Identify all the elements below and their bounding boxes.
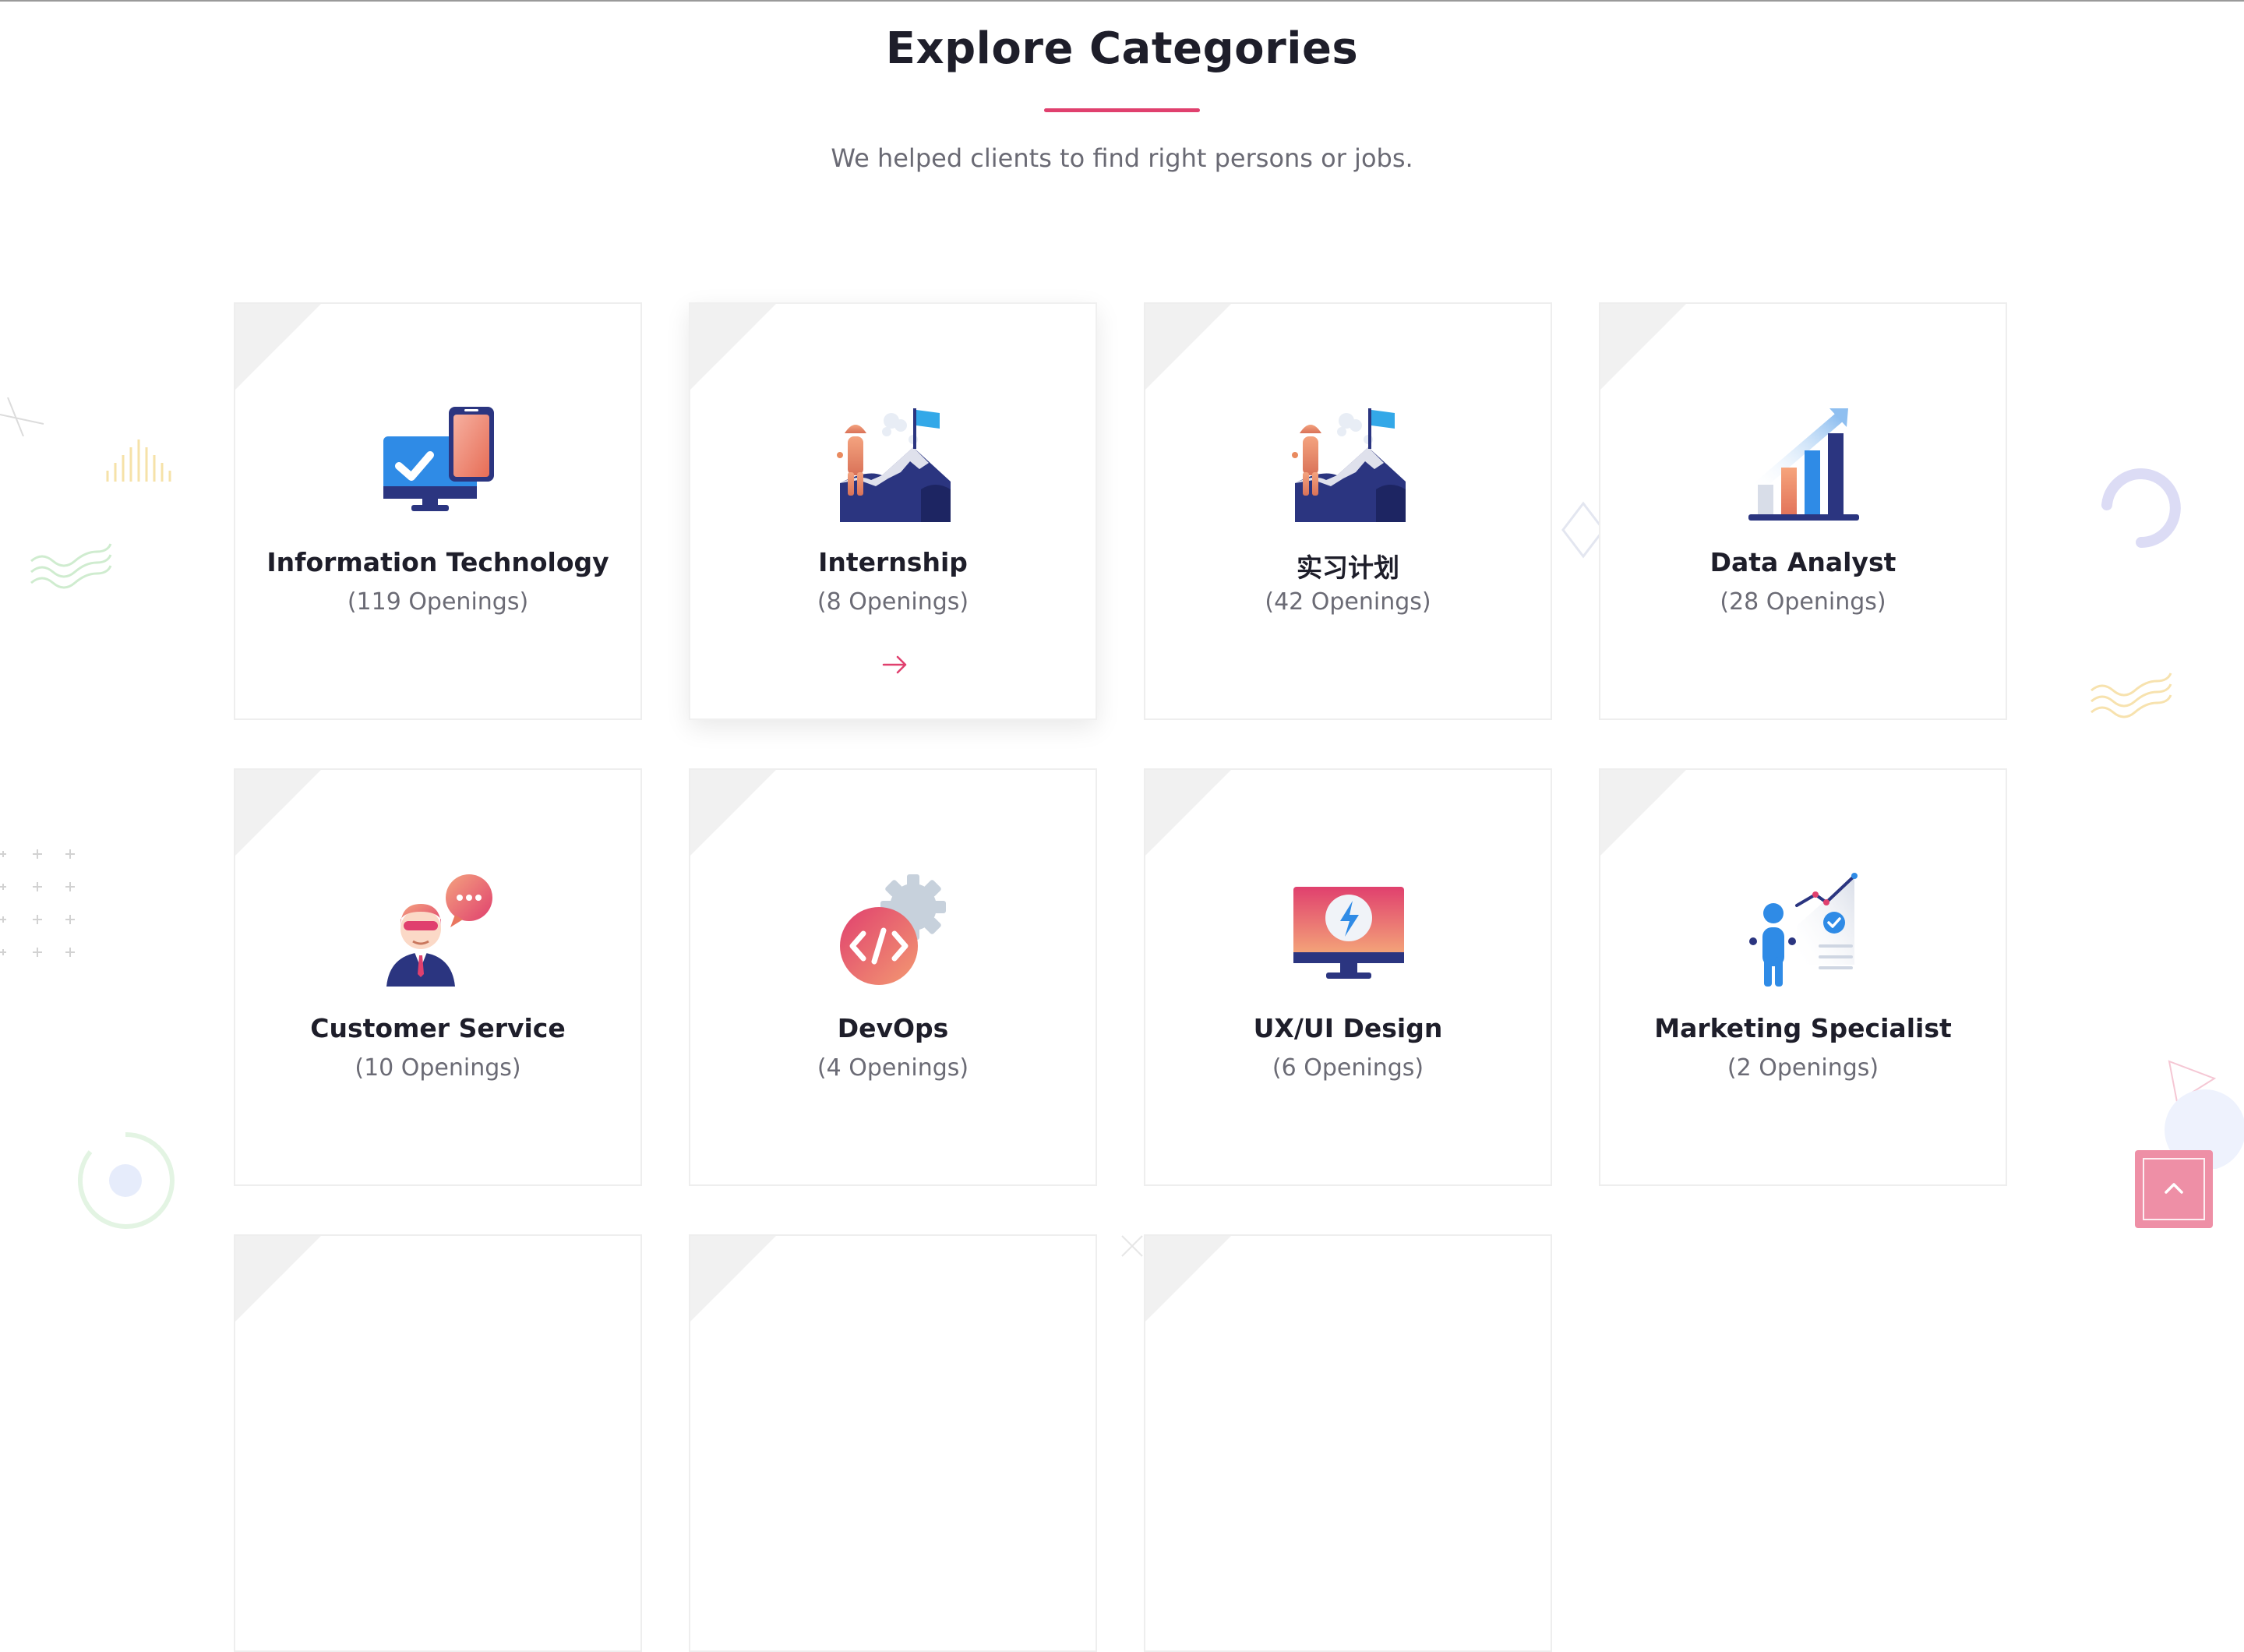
computer-phone-icon	[383, 407, 494, 511]
card-corner-decoration	[690, 304, 776, 390]
category-name: Data Analyst	[1709, 547, 1896, 577]
chevron-up-icon	[2165, 1183, 2183, 1194]
category-count: (2 Openings)	[1727, 1054, 1879, 1082]
card-corner-decoration	[235, 770, 321, 856]
card-corner-decoration	[1145, 770, 1231, 856]
plus-grid-decoration-icon	[0, 849, 75, 957]
card-corner-decoration	[1600, 304, 1686, 390]
arc-decoration-icon	[2101, 468, 2181, 548]
category-name: DevOps	[837, 1013, 949, 1043]
category-name: UX/UI Design	[1253, 1013, 1443, 1043]
card-corner-decoration	[690, 770, 776, 856]
card-corner-decoration	[1145, 1236, 1231, 1322]
category-name: Marketing Specialist	[1654, 1013, 1952, 1043]
title-underline	[1044, 108, 1200, 112]
scroll-to-top-button[interactable]	[2135, 1150, 2213, 1228]
code-gear-icon	[840, 874, 946, 985]
category-card-internship-program[interactable]: 实习计划 (42 Openings)	[1144, 302, 1552, 720]
category-name: Information Technology	[266, 547, 609, 577]
category-card-partial[interactable]	[234, 1234, 642, 1652]
category-card-data-analyst[interactable]: Data Analyst (28 Openings)	[1599, 302, 2007, 720]
category-card-marketing-specialist[interactable]: Marketing Specialist (2 Openings)	[1599, 768, 2007, 1186]
category-card-customer-service[interactable]: Customer Service (10 Openings)	[234, 768, 642, 1186]
section-title: Explore Categories	[885, 23, 1359, 74]
category-card-internship[interactable]: Internship (8 Openings)	[689, 302, 1097, 720]
mountain-flag-icon	[1292, 408, 1406, 522]
bar-chart-growth-icon	[1748, 408, 1859, 521]
category-count: (4 Openings)	[817, 1054, 969, 1082]
arrow-right-icon[interactable]	[877, 653, 912, 676]
wave-decoration-icon	[2091, 672, 2172, 718]
card-corner-decoration	[235, 1236, 321, 1322]
card-corner-decoration	[1600, 770, 1686, 856]
card-corner-decoration	[235, 304, 321, 390]
category-count: (8 Openings)	[817, 588, 969, 616]
category-card-ux-ui-design[interactable]: UX/UI Design (6 Openings)	[1144, 768, 1552, 1186]
category-name: 实习计划	[1297, 552, 1399, 583]
ring-decoration-icon	[77, 1131, 175, 1229]
wave-decoration-icon	[30, 543, 112, 589]
card-corner-decoration	[690, 1236, 776, 1322]
section-subtitle: We helped clients to find right persons …	[831, 143, 1413, 173]
category-count: (42 Openings)	[1265, 588, 1431, 616]
category-count: (28 Openings)	[1720, 588, 1886, 616]
category-card-partial[interactable]	[1144, 1234, 1552, 1652]
category-card-partial[interactable]	[689, 1234, 1097, 1652]
category-name: Internship	[818, 547, 968, 577]
category-count: (6 Openings)	[1272, 1054, 1424, 1082]
category-count: (119 Openings)	[347, 588, 529, 616]
cross-decoration-icon	[0, 397, 44, 436]
category-count: (10 Openings)	[355, 1054, 521, 1082]
category-card-devops[interactable]: DevOps (4 Openings)	[689, 768, 1097, 1186]
category-name: Customer Service	[310, 1013, 566, 1043]
design-monitor-icon	[1293, 887, 1404, 979]
marketing-person-icon	[1749, 873, 1858, 987]
top-border	[0, 0, 2244, 2]
category-card-information-technology[interactable]: Information Technology (119 Openings)	[234, 302, 642, 720]
card-corner-decoration	[1145, 304, 1231, 390]
equalizer-decoration-icon	[106, 439, 171, 482]
mountain-flag-icon	[837, 408, 951, 522]
support-agent-icon	[386, 874, 492, 987]
x-decoration-icon	[1121, 1235, 1143, 1257]
